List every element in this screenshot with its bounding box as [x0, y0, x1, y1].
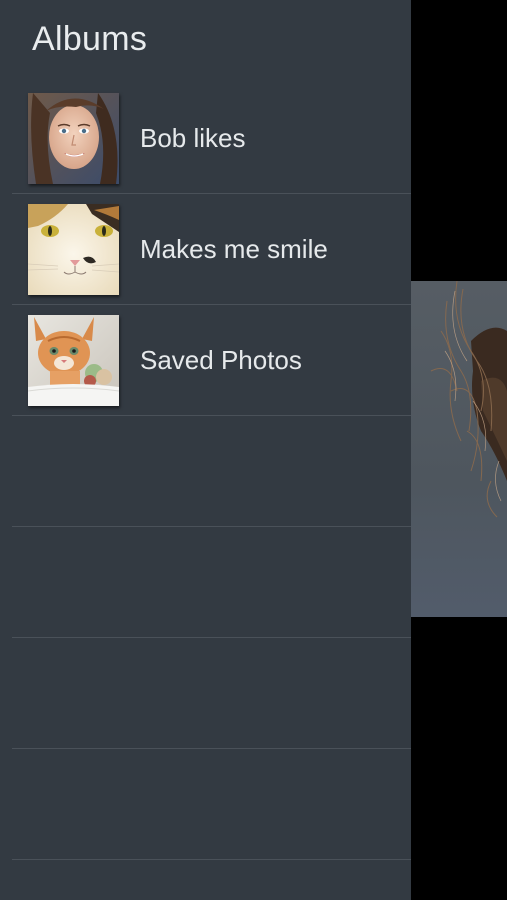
empty-row [12, 416, 411, 527]
album-item-saved-photos[interactable]: Saved Photos [12, 305, 411, 416]
kitten-thumbnail [28, 314, 119, 406]
screen: Albums Bob likes Makes me smile Saved Ph… [0, 0, 507, 900]
albums-drawer: Albums Bob likes Makes me smile Saved Ph… [0, 0, 411, 900]
album-label: Makes me smile [140, 233, 328, 264]
empty-row [12, 638, 411, 749]
white-cat-thumbnail [28, 203, 119, 295]
drawer-title: Albums [32, 20, 148, 58]
woman-portrait-thumbnail [28, 92, 119, 184]
album-label: Bob likes [140, 122, 246, 153]
empty-row [12, 749, 411, 860]
album-list: Bob likes Makes me smile Saved Photos [12, 83, 411, 860]
empty-row [12, 527, 411, 638]
album-label: Saved Photos [140, 344, 302, 375]
woman-hair-photo[interactable] [411, 281, 507, 617]
album-item-bob-likes[interactable]: Bob likes [12, 83, 411, 194]
album-item-makes-me-smile[interactable]: Makes me smile [12, 194, 411, 305]
